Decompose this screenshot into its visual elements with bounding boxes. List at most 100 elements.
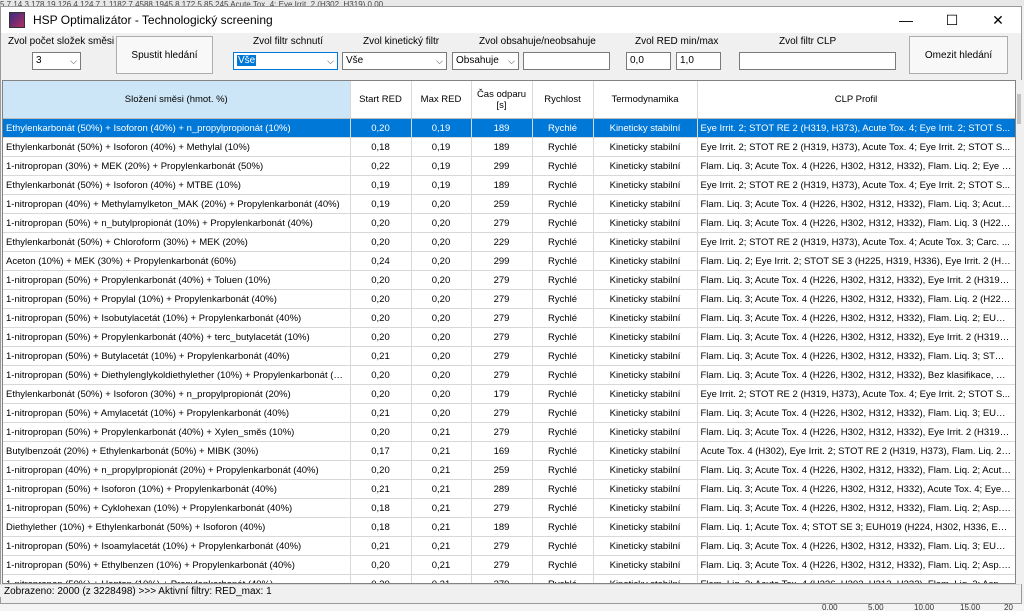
header-max-red[interactable]: Max RED [411,81,472,119]
table-row[interactable]: Ethylenkarbonát (50%) + Isoforon (40%) +… [3,118,1015,138]
search-button[interactable]: Spustit hledání [116,36,213,74]
table-row[interactable]: 1-nitropropan (50%) + Isoamylacetát (10%… [3,536,1015,556]
cell-thermodynamics: Kineticky stabilní [593,555,698,575]
table-row[interactable]: 1-nitropropan (50%) + Butylacetát (10%) … [3,346,1015,366]
cell-composition: 1-nitropropan (50%) + Isoamylacetát (10%… [3,536,351,556]
cell-clp-profile: Flam. Liq. 3; Acute Tox. 4 (H226, H302, … [697,536,1015,556]
cell-composition: 1-nitropropan (50%) + Diethylenglykoldie… [3,365,351,385]
table-row[interactable]: Ethylenkarbonát (50%) + Isoforon (30%) +… [3,384,1015,404]
cell-clp-profile: Flam. Liq. 3; Acute Tox. 4 (H226, H302, … [697,555,1015,575]
toolbar: Zvol počet složek směsi 3 ⌵ Spustit hledá… [1,33,1021,81]
table-row[interactable]: 1-nitropropan (50%) + Amylacetát (10%) +… [3,403,1015,423]
cell-composition: Butylbenzoát (20%) + Ethylenkarbonát (50… [3,441,351,461]
table-row[interactable]: Diethylether (10%) + Ethylenkarbonát (50… [3,517,1015,537]
table-row[interactable]: 1-nitropropan (50%) + Ethylbenzen (10%) … [3,555,1015,575]
cell-speed: Rychlé [532,460,594,480]
cell-clp-profile: Flam. Liq. 3; Acute Tox. 4 (H226, H302, … [697,498,1015,518]
cell-max-red: 0,19 [411,137,472,157]
table-row[interactable]: Ethylenkarbonát (50%) + Isoforon (40%) +… [3,137,1015,157]
cell-max-red: 0,20 [411,403,472,423]
cell-clp-profile: Eye Irrit. 2; STOT RE 2 (H319, H373), Ac… [697,175,1015,195]
table-row[interactable]: 1-nitropropan (50%) + Isobutylacetát (10… [3,308,1015,328]
maximize-button[interactable]: ☐ [929,7,975,33]
cell-evaporation-time: 289 [471,479,533,499]
cell-composition: 1-nitropropan (50%) + Isoforon (10%) + P… [3,479,351,499]
header-start-red[interactable]: Start RED [350,81,412,119]
table-row[interactable]: 1-nitropropan (50%) + Propylenkarbonát (… [3,327,1015,347]
cell-max-red: 0,19 [411,118,472,138]
component-count-combo[interactable]: 3 ⌵ [32,52,81,70]
cell-max-red: 0,21 [411,422,472,442]
cell-start-red: 0,22 [350,156,412,176]
table-row[interactable]: 1-nitropropan (50%) + Heptan (10%) + Pro… [3,574,1015,583]
table-row[interactable]: Ethylenkarbonát (50%) + Isoforon (40%) +… [3,175,1015,195]
table-row[interactable]: 1-nitropropan (40%) + Methylamylketon_MA… [3,194,1015,214]
table-row[interactable]: 1-nitropropan (40%) + n_propylpropionát … [3,460,1015,480]
contains-text-input[interactable] [523,52,610,70]
cell-speed: Rychlé [532,213,594,233]
table-row[interactable]: Butylbenzoát (20%) + Ethylenkarbonát (50… [3,441,1015,461]
header-composition[interactable]: Složení směsi (hmot. %) [3,81,351,119]
cell-thermodynamics: Kineticky stabilní [593,441,698,461]
cell-max-red: 0,21 [411,460,472,480]
cell-evaporation-time: 279 [471,403,533,423]
table-row[interactable]: Ethylenkarbonát (50%) + Chloroform (30%)… [3,232,1015,252]
limit-search-button[interactable]: Omezit hledání [909,36,1008,74]
cell-max-red: 0,20 [411,213,472,233]
cell-start-red: 0,20 [350,232,412,252]
header-evaporation-time[interactable]: Čas odparu [s] [471,81,533,119]
cell-thermodynamics: Kineticky stabilní [593,536,698,556]
cell-evaporation-time: 229 [471,232,533,252]
header-clp-profile[interactable]: CLP Profil [697,81,1015,119]
title-bar: HSP Optimalizátor - Technologický screen… [1,7,1021,33]
close-button[interactable]: ✕ [975,7,1021,33]
cell-start-red: 0,20 [350,270,412,290]
red-max-input[interactable]: 1,0 [676,52,721,70]
cell-clp-profile: Flam. Liq. 3; Acute Tox. 4 (H226, H302, … [697,422,1015,442]
table-row[interactable]: 1-nitropropan (50%) + Propylenkarbonát (… [3,270,1015,290]
cell-clp-profile: Flam. Liq. 3; Acute Tox. 4 (H226, H302, … [697,308,1015,328]
clp-filter-input[interactable] [739,52,896,70]
drying-filter-label: Zvol filtr schnutí [253,36,324,47]
cell-composition: 1-nitropropan (30%) + MEK (20%) + Propyl… [3,156,351,176]
contains-combo[interactable]: Obsahuje ⌵ [452,52,519,70]
background-axis-tick: 5.00 [868,604,884,611]
table-row[interactable]: 1-nitropropan (50%) + Cyklohexan (10%) +… [3,498,1015,518]
cell-evaporation-time: 299 [471,156,533,176]
cell-thermodynamics: Kineticky stabilní [593,384,698,404]
cell-clp-profile: Eye Irrit. 2; STOT RE 2 (H319, H373), Ac… [697,118,1015,138]
cell-evaporation-time: 259 [471,460,533,480]
cell-composition: 1-nitropropan (50%) + Cyklohexan (10%) +… [3,498,351,518]
header-thermodynamics[interactable]: Termodynamika [593,81,698,119]
cell-max-red: 0,19 [411,175,472,195]
drying-filter-combo[interactable]: Vše ⌵ [233,52,338,70]
cell-evaporation-time: 189 [471,118,533,138]
cell-clp-profile: Eye Irrit. 2; STOT RE 2 (H319, H373), Ac… [697,384,1015,404]
minimize-button[interactable]: — [883,7,929,33]
red-min-input[interactable]: 0,0 [626,52,671,70]
table-row[interactable]: 1-nitropropan (50%) + Diethylenglykoldie… [3,365,1015,385]
table-row[interactable]: 1-nitropropan (50%) + Propylal (10%) + P… [3,289,1015,309]
vertical-scrollbar[interactable] [1016,80,1022,584]
table-row[interactable]: 1-nitropropan (50%) + Propylenkarbonát (… [3,422,1015,442]
cell-thermodynamics: Kineticky stabilní [593,327,698,347]
component-count-label: Zvol počet složek směsi [8,36,115,47]
header-speed[interactable]: Rychlost [532,81,594,119]
cell-start-red: 0,20 [350,327,412,347]
results-grid[interactable]: Složení směsi (hmot. %) Start RED Max RE… [2,80,1016,584]
cell-max-red: 0,19 [411,156,472,176]
cell-clp-profile: Flam. Liq. 3; Acute Tox. 4 (H226, H302, … [697,270,1015,290]
cell-speed: Rychlé [532,384,594,404]
kinetic-filter-combo[interactable]: Vše ⌵ [342,52,447,70]
cell-speed: Rychlé [532,118,594,138]
table-row[interactable]: 1-nitropropan (50%) + Isoforon (10%) + P… [3,479,1015,499]
table-row[interactable]: Aceton (10%) + MEK (30%) + Propylenkarbo… [3,251,1015,271]
scrollbar-thumb[interactable] [1017,94,1021,124]
grid-body: Ethylenkarbonát (50%) + Isoforon (40%) +… [3,118,1015,583]
chevron-down-icon: ⌵ [327,56,334,66]
table-row[interactable]: 1-nitropropan (50%) + n_butylpropionát (… [3,213,1015,233]
cell-clp-profile: Flam. Liq. 2; Eye Irrit. 2; STOT SE 3 (H… [697,251,1015,271]
cell-start-red: 0,21 [350,346,412,366]
table-row[interactable]: 1-nitropropan (30%) + MEK (20%) + Propyl… [3,156,1015,176]
cell-max-red: 0,21 [411,536,472,556]
